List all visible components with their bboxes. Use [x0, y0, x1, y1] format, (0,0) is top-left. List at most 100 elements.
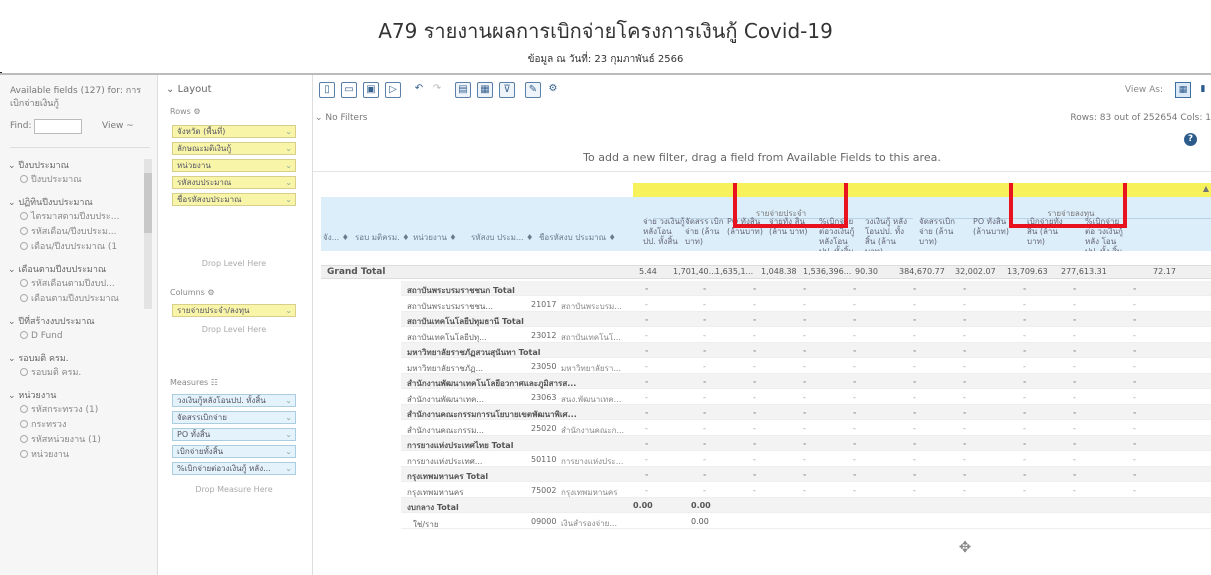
field-item[interactable]: กระทรวง: [8, 418, 138, 433]
table-row[interactable]: สำนักงานพัฒนาเทค... 23063 สนง.พัฒนาเทค... -…: [401, 390, 1211, 405]
field-item[interactable]: เดือนตามปีงบประมาณ: [8, 292, 138, 307]
column-pill[interactable]: รายจ่ายประจำ/ลงทุน ⌄: [172, 304, 296, 317]
table-row[interactable]: สำนักงานคณะกรรม... 25020 สำนักงานคณะก... - -…: [401, 421, 1211, 436]
chevron-down-icon[interactable]: ⌄: [285, 412, 292, 423]
row-header[interactable]: หน่วยงาน ♦: [413, 233, 469, 243]
cell-value: -: [803, 299, 806, 309]
view-dropdown[interactable]: View ~: [102, 121, 134, 131]
chevron-down-icon[interactable]: ⌄: [285, 395, 292, 406]
save-as-icon[interactable]: ▷: [385, 82, 401, 98]
scroll-thumb[interactable]: [144, 173, 152, 233]
measure-pill[interactable]: วงเงินกู้หลังโอนปป. ทั้งสิ้น ⌄: [172, 394, 296, 407]
chevron-down-icon[interactable]: ⌄: [285, 429, 292, 440]
value-header[interactable]: วงเงินกู้ หลัง โอนปป. ทั้ง สิ้น (ล้าน บา…: [865, 217, 907, 251]
pivot-grid: ▲ รายจ่ายประจำ รายจ่ายลงทุน จัง... ♦ รอบ …: [321, 183, 1211, 575]
subtotal-row[interactable]: สถาบันพระบรมราชชนก Total - - - - - - - - - -: [401, 281, 1211, 296]
expand-icon[interactable]: ▲: [1203, 184, 1209, 193]
row-pill[interactable]: หน่วยงาน ⌄: [172, 159, 296, 172]
cell-value: -: [963, 470, 967, 479]
row-pill[interactable]: ลักษณะมติเงินกู้ ⌄: [172, 142, 296, 155]
fields-scrollbar[interactable]: [144, 159, 152, 309]
filters-toggle[interactable]: ⌄ No Filters: [315, 113, 367, 123]
save-icon[interactable]: ▣: [363, 82, 379, 98]
filter-icon[interactable]: ⊽: [499, 82, 515, 98]
measure-pill[interactable]: PO ทั้งสิ้น ⌄: [172, 428, 296, 441]
subtotal-row[interactable]: สำนักงานคณะกรรมการนโยบายเขตพัฒนาพิเศ... -…: [401, 405, 1211, 420]
subtotal-row[interactable]: สถาบันเทคโนโลยีปทุมธานี Total - - - - - - - - - -: [401, 312, 1211, 327]
row-pill[interactable]: รหัสงบประมาณ ⌄: [172, 176, 296, 189]
field-item[interactable]: ไตรมาสตามปีงบประ...: [8, 210, 138, 225]
budget-name: กรุงเทพมหานคร: [561, 487, 618, 497]
settings-icon[interactable]: ⚙: [545, 82, 561, 98]
field-group[interactable]: ⌄ ปฏิทินปีงบประมาณ: [8, 196, 138, 210]
redo-icon[interactable]: ↷: [429, 82, 445, 98]
layout-icon[interactable]: ▤: [455, 82, 471, 98]
row-header[interactable]: จัง... ♦: [323, 233, 353, 243]
grid-view-icon[interactable]: ▦: [1175, 82, 1191, 98]
cell-value: -: [913, 470, 917, 479]
field-item[interactable]: รอบมติ ครม.: [8, 366, 138, 381]
cell-value: -: [1133, 284, 1137, 293]
field-group[interactable]: ⌄ หน่วยงาน: [8, 389, 138, 403]
field-group[interactable]: ⌄ รอบมติ ครม.: [8, 352, 138, 366]
field-item[interactable]: รหัสหน่วยงาน (1): [8, 433, 138, 448]
cell-value: -: [1073, 284, 1077, 293]
table-row[interactable]: กรุงเทพมหานคร 75002 กรุงเทพมหานคร - - - - - - - - -…: [401, 483, 1211, 498]
subtotal-row[interactable]: งบกลาง Total 0.00 0.00: [401, 498, 1211, 513]
field-item[interactable]: ปีงบประมาณ: [8, 173, 138, 188]
table-row[interactable]: สถาบันพระบรมราชชน... 21017 สถาบันพระบรม...…: [401, 297, 1211, 312]
chevron-down-icon[interactable]: ⌄: [285, 305, 292, 316]
row-pill[interactable]: จังหวัด (พื้นที่) ⌄: [172, 125, 296, 138]
chevron-down-icon[interactable]: ⌄: [285, 194, 292, 205]
layout-title[interactable]: ⌄ Layout: [166, 84, 212, 95]
field-group[interactable]: ⌄ ปีงบประมาณ: [8, 159, 138, 173]
chevron-down-icon[interactable]: ⌄: [285, 126, 292, 137]
row-header[interactable]: รอบ มติครม. ♦: [355, 233, 411, 243]
chevron-down-icon[interactable]: ⌄: [285, 446, 292, 457]
format-icon[interactable]: ✎: [525, 82, 541, 98]
undo-icon[interactable]: ↶: [411, 82, 427, 98]
table-row[interactable]: 09000 เงินสำรองจ่าย... 0.00: [401, 514, 1211, 529]
subtotal-row[interactable]: สำนักงานพัฒนาเทคโนโลยีอวกาศและภูมิสารส..…: [401, 374, 1211, 389]
cell-value: -: [963, 423, 966, 433]
table-row[interactable]: สถาบันเทคโนโลยีปทุ... 23012 สถาบันเทคโนโ..…: [401, 328, 1211, 343]
field-group[interactable]: ⌄ ปีที่สร้างงบประมาณ: [8, 315, 138, 329]
open-folder-icon[interactable]: ▭: [341, 82, 357, 98]
field-item[interactable]: D Fund: [8, 329, 138, 344]
row-header[interactable]: รหัสงบ ประม... ♦: [471, 233, 537, 243]
find-input[interactable]: [34, 119, 82, 134]
subtotal-row[interactable]: การยางแห่งประเทศไทย Total - - - - - - - - - -: [401, 436, 1211, 451]
field-item[interactable]: เดือน/ปีงบประมาณ (1: [8, 240, 138, 255]
measure-pill[interactable]: เบิกจ่ายทั้งสิ้น ⌄: [172, 445, 296, 458]
report-subtitle: ข้อมูล ณ วันที่: 23 กุมภาพันธ์ 2566: [527, 54, 684, 65]
field-item[interactable]: หน่วยงาน: [8, 448, 138, 463]
value-header[interactable]: จ่าย วงเงินกู้ หลังโอน ปป. ทั้งสิ้น: [643, 217, 685, 251]
row-pill[interactable]: ชื่อรหัสงบประมาณ ⌄: [172, 193, 296, 206]
measures-drop-zone[interactable]: Drop Measure Here: [172, 485, 296, 494]
measure-pill[interactable]: จัดสรรเบิกจ่าย ⌄: [172, 411, 296, 424]
measure-pill[interactable]: %เบิกจ่ายต่อวงเงินกู้ หลัง... ⌄: [172, 462, 296, 475]
chart-view-icon[interactable]: ▮: [1195, 82, 1211, 98]
chevron-down-icon[interactable]: ⌄: [285, 143, 292, 154]
value-header[interactable]: จัดสรรเบิกจ่าย (ล้านบาท): [919, 217, 961, 251]
new-report-icon[interactable]: ▯: [319, 82, 335, 98]
subtotal-row[interactable]: กรุงเทพมหานคร Total - - - - - - - - - -: [401, 467, 1211, 482]
table-row[interactable]: การยางแห่งประเทศ... 50110 การยางแห่งประ...…: [401, 452, 1211, 467]
measures-label: Measures ☷: [170, 378, 218, 387]
table-row[interactable]: มหาวิทยาลัยราชภัฏ... 23050 มหาวิทยาลัยรา..…: [401, 359, 1211, 374]
grid-icon[interactable]: ▦: [477, 82, 493, 98]
field-item[interactable]: รหัสเดือนตามปีงบป...: [8, 277, 138, 292]
value-header[interactable]: จัดสรร เบิก จ่าย (ล้าน บาท): [685, 217, 727, 251]
field-item[interactable]: รหัสเดือน/ปีงบประม...: [8, 225, 138, 240]
chevron-down-icon[interactable]: ⌄: [285, 177, 292, 188]
row-header[interactable]: ชื่อรหัสงบ ประมาณ ♦: [539, 233, 629, 243]
columns-drop-zone[interactable]: Drop Level Here: [172, 325, 296, 334]
chevron-down-icon[interactable]: ⌄: [285, 160, 292, 171]
field-group[interactable]: ⌄ เดือนตามปีงบประมาณ: [8, 263, 138, 277]
field-item[interactable]: รหัสกระทรวง (1): [8, 403, 138, 418]
subtotal-row[interactable]: มหาวิทยาลัยราชภัฏสวนสุนันทา Total - - - - - - -…: [401, 343, 1211, 358]
help-icon[interactable]: ?: [1184, 133, 1197, 146]
filter-drop-area[interactable]: To add a new filter, drag a field from A…: [313, 129, 1211, 172]
chevron-down-icon[interactable]: ⌄: [285, 463, 292, 474]
rows-drop-zone[interactable]: Drop Level Here: [172, 259, 296, 268]
